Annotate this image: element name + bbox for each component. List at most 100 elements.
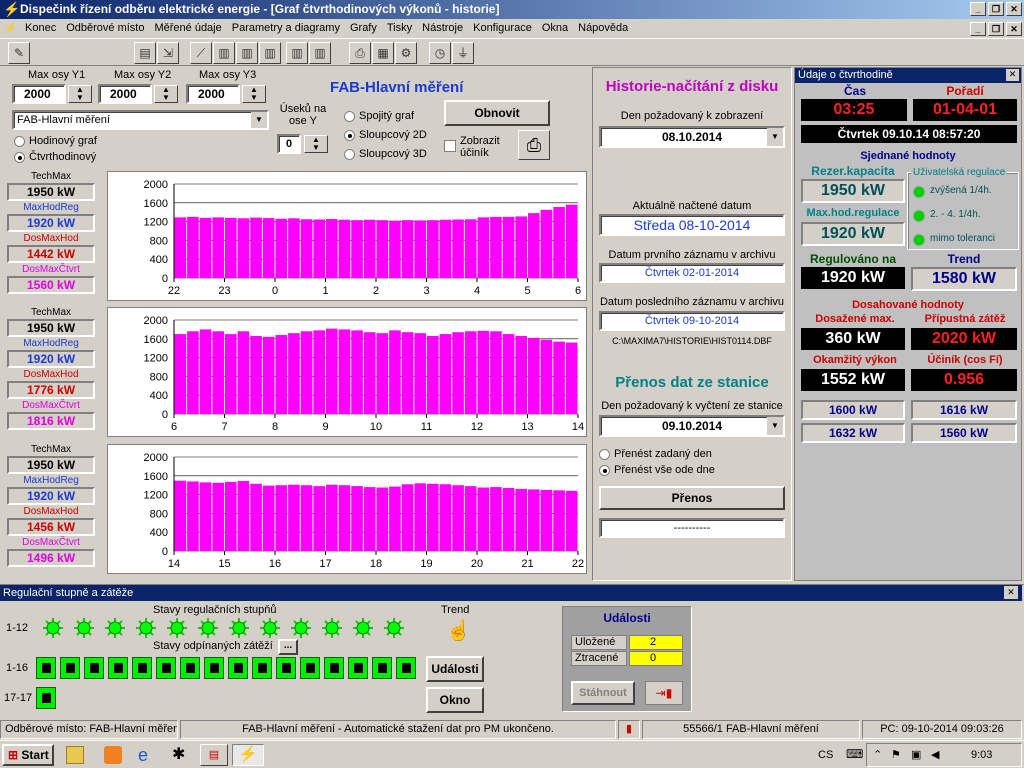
exit-icon[interactable]: ⇲ [157,42,179,64]
exit-door-icon[interactable]: ⇥▮ [645,681,683,705]
network-tray-icon[interactable]: ▣ [911,748,921,761]
radio-prenest-vse[interactable]: Přenést vše ode dne [599,464,715,476]
menu-grafy[interactable]: Grafy [345,19,382,38]
load-switch[interactable] [252,657,272,679]
media-player-icon[interactable] [104,746,122,764]
maxhod-label: MaxHodReg [23,338,79,349]
keyboard-icon[interactable]: ⌨ [846,747,863,763]
mdi-close-button[interactable]: ✕ [1006,22,1022,36]
load-switch[interactable] [372,657,392,679]
x-tick-label: 22 [168,285,180,297]
mdi-minimize-button[interactable]: _ [970,22,986,36]
load-switch[interactable] [348,657,368,679]
load-switch[interactable] [276,657,296,679]
load-switch[interactable] [228,657,248,679]
menu-odberove-misto[interactable]: Odběrové místo [61,19,149,38]
place-select[interactable]: FAB-Hlavní měření ▼ [12,110,269,130]
chevron-down-icon[interactable]: ▼ [767,417,783,435]
monitor-icon[interactable]: ▤ [134,42,156,64]
y2-input[interactable]: 2000 [98,84,152,104]
load-switch[interactable] [84,657,104,679]
menu-parametry[interactable]: Parametry a diagramy [227,19,345,38]
menu-nastroje[interactable]: Nástroje [417,19,468,38]
radio-spojity[interactable]: Spojitý graf [344,110,414,122]
menu-konec[interactable]: Konec [20,19,61,38]
transfer-den-select[interactable]: 09.10.2014 ▼ [599,415,785,437]
y2-spinner[interactable]: ▲ ▼ [154,85,178,103]
stahnout-button[interactable]: Stáhnout [571,681,635,705]
mdi-restore-button[interactable]: ❐ [988,22,1004,36]
folder-icon[interactable] [66,746,84,764]
chart-line-icon[interactable]: ⟋ [190,42,212,64]
browser-icon[interactable]: e [138,745,158,765]
close-button[interactable]: ✕ [1006,2,1022,16]
app-menu-icon[interactable]: ⚡ [4,23,20,34]
menu-konfigurace[interactable]: Konfigurace [468,19,537,38]
radio-hodinovy[interactable]: Hodinový graf [14,135,97,147]
load-switch[interactable] [132,657,152,679]
chart-bar-icon[interactable]: ▥ [213,42,235,64]
y3-spinner[interactable]: ▲ ▼ [242,85,266,103]
menu-tisky[interactable]: Tisky [382,19,417,38]
load-switch[interactable] [156,657,176,679]
start-button[interactable]: ⊞ Start [2,744,54,766]
dosmaxhod-value: 1456 kW [7,518,95,536]
more-button[interactable]: ... [278,639,298,655]
load-switch[interactable] [60,657,80,679]
load-switch[interactable] [396,657,416,679]
useku-spinner[interactable]: ▲ ▼ [304,135,328,153]
clock[interactable]: 9:03 [971,749,992,761]
load-17[interactable] [36,687,56,709]
load-switch[interactable] [324,657,344,679]
chevron-up-icon[interactable]: ⌃ [873,748,882,761]
cosphi-checkbox[interactable]: Zobrazit účiník [444,135,514,159]
load-switch[interactable] [204,657,224,679]
restore-button[interactable]: ❐ [988,2,1004,16]
menu-napoveda[interactable]: Nápověda [573,19,633,38]
printer-icon[interactable]: ⎙ [518,130,550,160]
clock-icon[interactable]: ◷ [429,42,451,64]
close-icon[interactable]: ✕ [1004,586,1018,599]
load-switch[interactable] [108,657,128,679]
settings-icon[interactable]: ⚙ [395,42,417,64]
menu-okna[interactable]: Okna [537,19,573,38]
load-switch[interactable] [180,657,200,679]
network-icon[interactable]: ✱ [172,745,192,765]
chart-bar3-icon[interactable]: ▥ [259,42,281,64]
radio-prenest-den[interactable]: Přenést zadaný den [599,448,712,460]
y-tick-label: 1200 [144,490,168,502]
useku-input[interactable]: 0 [277,134,301,154]
y1-input[interactable]: 2000 [12,84,66,104]
y3-input[interactable]: 2000 [186,84,240,104]
tool-icon[interactable]: ✎ [8,42,30,64]
chart-bar2-icon[interactable]: ▥ [236,42,258,64]
bar [515,335,527,414]
chart-bar5-icon[interactable]: ▥ [309,42,331,64]
menu-merene-udaje[interactable]: Měřené údaje [149,19,226,38]
flag-icon[interactable]: ⚑ [891,748,901,761]
udalosti-button[interactable]: Události [426,656,484,682]
language-indicator[interactable]: CS [818,749,833,761]
chevron-down-icon[interactable]: ▼ [767,128,783,146]
transfer-button[interactable]: Přenos [599,486,785,510]
y1-spinner[interactable]: ▲ ▼ [68,85,92,103]
okno-button[interactable]: Okno [426,687,484,713]
radio-sloupcovy3d[interactable]: Sloupcový 3D [344,148,427,160]
table-icon[interactable]: ▦ [372,42,394,64]
history-den-select[interactable]: 08.10.2014 ▼ [599,126,785,148]
volume-icon[interactable]: ◀ [931,748,939,761]
minimize-button[interactable]: _ [970,2,986,16]
y-tick-label: 2000 [144,452,168,464]
close-icon[interactable]: ✕ [1006,69,1019,81]
refresh-button[interactable]: Obnovit [444,100,550,126]
load-switch[interactable] [300,657,320,679]
radio-sloupcovy2d[interactable]: Sloupcový 2D [344,129,427,141]
radio-ctvrthodinovy[interactable]: Čtvrthodinový [14,151,96,163]
taskbar-app1[interactable]: ▤ [200,744,228,766]
chevron-down-icon[interactable]: ▼ [251,112,267,128]
load-switch[interactable] [36,657,56,679]
chart-bar4-icon[interactable]: ▥ [286,42,308,64]
plug-icon[interactable]: ⏚ [452,42,474,64]
taskbar-app-dispecink[interactable]: ⚡ [232,744,264,766]
printer-icon[interactable]: ⎙ [349,42,371,64]
